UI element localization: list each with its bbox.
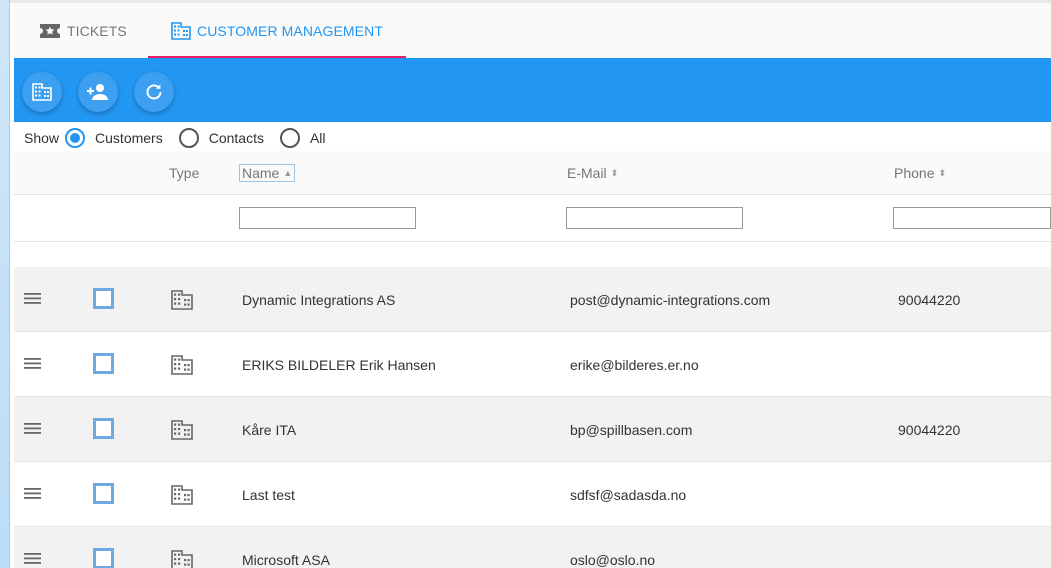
drag-handle-icon[interactable] <box>24 551 42 565</box>
radio-contacts-label[interactable]: Contacts <box>209 130 264 146</box>
email-filter-input[interactable] <box>566 207 743 229</box>
customer-management-view: TICKETS CUSTOMER MANAGEMENT Show Custome… <box>14 3 1051 568</box>
row-name: Microsoft ASA <box>242 551 330 568</box>
radio-contacts[interactable] <box>178 128 199 148</box>
sort-ascending-icon: ▲ <box>283 167 293 178</box>
building-icon <box>171 355 193 375</box>
row-checkbox[interactable] <box>93 483 114 504</box>
building-icon <box>171 485 193 505</box>
table-spacer <box>14 242 1051 267</box>
row-checkbox[interactable] <box>93 548 114 568</box>
drag-handle-icon[interactable] <box>24 291 42 305</box>
radio-customers[interactable] <box>65 128 86 148</box>
drag-handle-icon[interactable] <box>24 356 42 370</box>
tab-customer-management-label: CUSTOMER MANAGEMENT <box>197 22 383 39</box>
column-header-email-label: E-Mail <box>567 165 607 181</box>
row-email: erike@bilderes.er.no <box>570 356 699 373</box>
table-row[interactable]: Kåre ITA bp@spillbasen.com 90044220 <box>14 397 1051 462</box>
radio-all[interactable] <box>279 128 300 148</box>
building-icon <box>171 550 193 568</box>
table-row[interactable]: Last test sdfsf@sadasda.no <box>14 462 1051 527</box>
tab-bar: TICKETS CUSTOMER MANAGEMENT <box>14 3 1051 58</box>
refresh-button[interactable] <box>134 72 174 112</box>
table-row[interactable]: ERIKS BILDELER Erik Hansen erike@bildere… <box>14 332 1051 397</box>
name-filter-input[interactable] <box>239 207 416 229</box>
building-icon <box>171 290 193 310</box>
row-name: Kåre ITA <box>242 421 297 438</box>
row-email: post@dynamic-integrations.com <box>570 291 771 308</box>
column-filter-row <box>14 195 1051 242</box>
row-checkbox[interactable] <box>93 353 114 374</box>
radio-customers-label[interactable]: Customers <box>95 130 163 146</box>
column-header-phone-label: Phone <box>894 165 935 181</box>
building-icon <box>32 83 52 101</box>
left-panel-edge <box>0 0 10 568</box>
row-checkbox[interactable] <box>93 418 114 439</box>
add-contact-button[interactable] <box>78 72 118 112</box>
row-name: Last test <box>242 486 295 503</box>
building-icon <box>171 21 191 40</box>
row-email: sdfsf@sadasda.no <box>570 486 687 503</box>
tab-tickets[interactable]: TICKETS <box>39 3 127 58</box>
tab-customer-management[interactable]: CUSTOMER MANAGEMENT <box>148 3 406 58</box>
row-name: Dynamic Integrations AS <box>242 291 396 308</box>
column-header-type[interactable]: Type <box>169 151 199 195</box>
row-phone: 90044220 <box>898 291 961 308</box>
action-toolbar <box>14 58 1051 122</box>
add-customer-button[interactable] <box>22 72 62 112</box>
drag-handle-icon[interactable] <box>24 486 42 500</box>
column-header-email[interactable]: E-Mail ⬍ <box>567 151 618 195</box>
customer-table-body: Dynamic Integrations AS post@dynamic-int… <box>14 267 1051 568</box>
tab-tickets-label: TICKETS <box>67 22 127 39</box>
building-icon <box>171 420 193 440</box>
ticket-star-icon <box>40 23 60 38</box>
column-header-type-label: Type <box>169 165 200 181</box>
show-filter: Show Customers Contacts All <box>24 127 342 149</box>
show-label: Show <box>24 130 60 146</box>
column-header-name-label: Name <box>242 165 280 181</box>
row-email: bp@spillbasen.com <box>570 421 693 438</box>
table-header: Type Name ▲ E-Mail ⬍ Phone ⬍ <box>14 151 1051 195</box>
column-header-phone[interactable]: Phone ⬍ <box>894 151 946 195</box>
radio-all-label[interactable]: All <box>310 130 326 146</box>
row-phone: 90044220 <box>898 421 961 438</box>
sort-icon: ⬍ <box>610 167 619 178</box>
drag-handle-icon[interactable] <box>24 421 42 435</box>
table-row[interactable]: Microsoft ASA oslo@oslo.no <box>14 527 1051 568</box>
table-row[interactable]: Dynamic Integrations AS post@dynamic-int… <box>14 267 1051 332</box>
row-email: oslo@oslo.no <box>570 551 656 568</box>
row-checkbox[interactable] <box>93 288 114 309</box>
add-person-icon <box>87 84 108 100</box>
column-header-name[interactable]: Name ▲ <box>239 164 296 182</box>
refresh-icon <box>146 84 162 100</box>
phone-filter-input[interactable] <box>893 207 1051 229</box>
row-name: ERIKS BILDELER Erik Hansen <box>242 356 436 373</box>
sort-icon: ⬍ <box>938 167 947 178</box>
